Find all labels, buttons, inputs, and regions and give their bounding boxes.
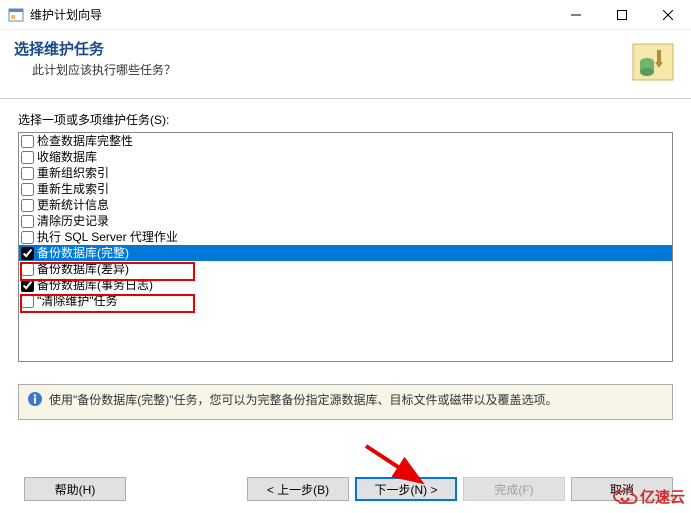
watermark-text: 亿速云 (640, 486, 685, 507)
next-button[interactable]: 下一步(N) > (355, 477, 457, 501)
task-label-5: 清除历史记录 (37, 213, 109, 229)
back-button[interactable]: < 上一步(B) (247, 477, 349, 501)
task-item-2[interactable]: 重新组织索引 (19, 165, 672, 181)
task-item-4[interactable]: 更新统计信息 (19, 197, 672, 213)
close-button[interactable] (645, 0, 691, 29)
wizard-button-row: 帮助(H) < 上一步(B) 下一步(N) > 完成(F) 取消 (18, 477, 673, 501)
task-checkbox-5[interactable] (21, 215, 34, 228)
task-checkbox-4[interactable] (21, 199, 34, 212)
task-label-0: 检查数据库完整性 (37, 133, 133, 149)
task-item-6[interactable]: 执行 SQL Server 代理作业 (19, 229, 672, 245)
info-panel: 使用"备份数据库(完整)"任务，您可以为完整备份指定源数据库、目标文件或磁带以及… (18, 384, 673, 420)
task-checkbox-10[interactable] (21, 295, 34, 308)
task-label-6: 执行 SQL Server 代理作业 (37, 229, 178, 245)
task-item-9[interactable]: 备份数据库(事务日志) (19, 277, 672, 293)
finish-button[interactable]: 完成(F) (463, 477, 565, 501)
task-checkbox-9[interactable] (21, 279, 34, 292)
task-item-5[interactable]: 清除历史记录 (19, 213, 672, 229)
maximize-button[interactable] (599, 0, 645, 29)
window-controls (553, 0, 691, 29)
task-label-9: 备份数据库(事务日志) (37, 277, 153, 293)
task-checkbox-1[interactable] (21, 151, 34, 164)
task-item-1[interactable]: 收缩数据库 (19, 149, 672, 165)
minimize-button[interactable] (553, 0, 599, 29)
task-item-7[interactable]: 备份数据库(完整) (19, 245, 672, 261)
task-label-10: "清除维护"任务 (37, 293, 118, 309)
task-item-10[interactable]: "清除维护"任务 (19, 293, 672, 309)
task-checkbox-7[interactable] (21, 247, 34, 260)
task-checkbox-8[interactable] (21, 263, 34, 276)
task-checkbox-3[interactable] (21, 183, 34, 196)
page-subtitle: 此计划应该执行哪些任务？ (32, 61, 627, 78)
task-label-1: 收缩数据库 (37, 149, 97, 165)
task-list-label: 选择一项或多项维护任务(S): (18, 111, 673, 128)
task-item-3[interactable]: 重新生成索引 (19, 181, 672, 197)
help-button[interactable]: 帮助(H) (24, 477, 126, 501)
wizard-content: 选择一项或多项维护任务(S): 检查数据库完整性收缩数据库重新组织索引重新生成索… (0, 99, 691, 370)
task-label-8: 备份数据库(差异) (37, 261, 129, 277)
titlebar: 维护计划向导 (0, 0, 691, 30)
task-label-7: 备份数据库(完整) (37, 245, 129, 261)
task-checkbox-6[interactable] (21, 231, 34, 244)
app-icon (8, 7, 24, 23)
info-text: 使用"备份数据库(完整)"任务，您可以为完整备份指定源数据库、目标文件或磁带以及… (49, 391, 558, 408)
info-icon (27, 391, 43, 407)
task-checkbox-2[interactable] (21, 167, 34, 180)
task-label-4: 更新统计信息 (37, 197, 109, 213)
wizard-header: 选择维护任务 此计划应该执行哪些任务？ (0, 30, 691, 99)
task-checkbox-0[interactable] (21, 135, 34, 148)
task-listbox[interactable]: 检查数据库完整性收缩数据库重新组织索引重新生成索引更新统计信息清除历史记录执行 … (18, 132, 673, 362)
task-item-8[interactable]: 备份数据库(差异) (19, 261, 672, 277)
window-title: 维护计划向导 (30, 6, 102, 23)
page-title: 选择维护任务 (14, 38, 627, 59)
task-item-0[interactable]: 检查数据库完整性 (19, 133, 672, 149)
watermark: 亿速云 (612, 486, 685, 507)
task-label-3: 重新生成索引 (37, 181, 109, 197)
header-graphic-icon (627, 38, 677, 88)
task-label-2: 重新组织索引 (37, 165, 109, 181)
